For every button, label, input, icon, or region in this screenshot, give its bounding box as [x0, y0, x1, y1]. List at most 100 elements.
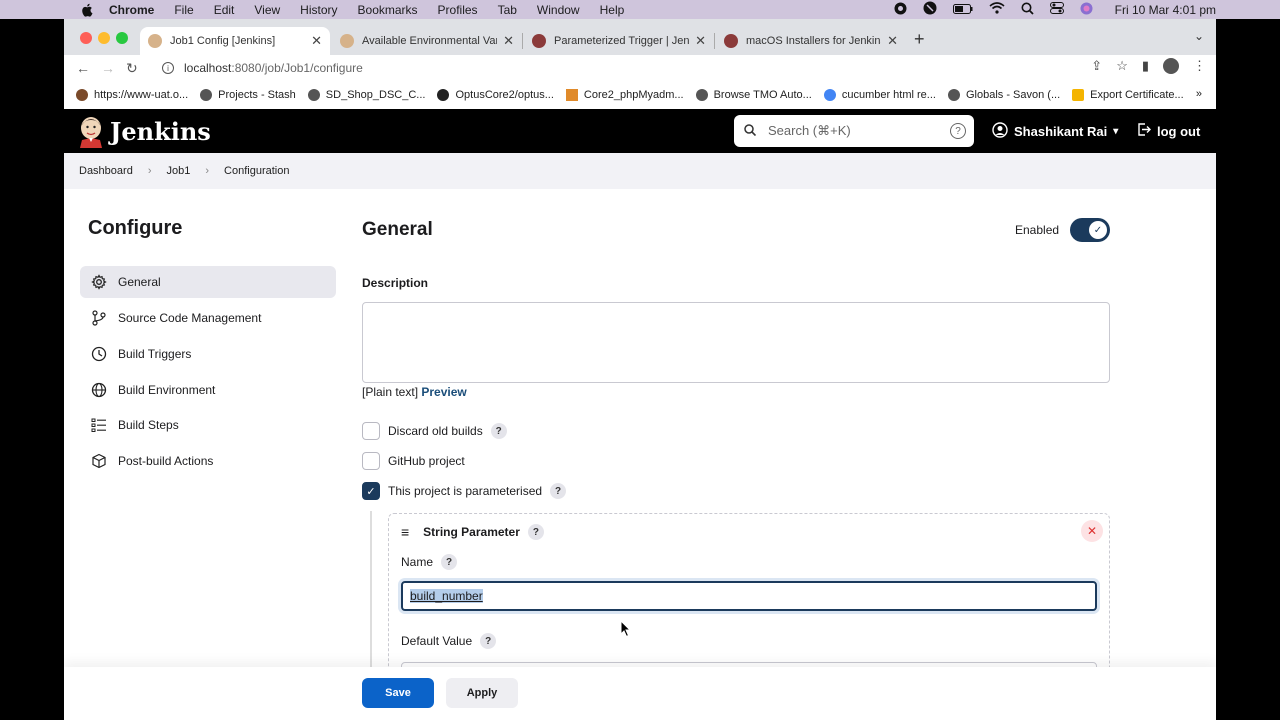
parameterised-checkbox[interactable]: ✓ [362, 482, 380, 500]
chevron-down-icon: ▾ [1113, 126, 1119, 137]
jenkins-search-box[interactable]: Search (⌘+K) ? [734, 115, 974, 147]
parameter-name-label-row: Name ? [401, 554, 458, 570]
github-icon [437, 89, 450, 101]
sidebar-item-build-steps[interactable]: Build Steps [80, 409, 336, 441]
bookmark-label: Projects - Stash [218, 89, 296, 101]
tab-parameterized-trigger[interactable]: Parameterized Trigger | Jenkins ✕ [524, 27, 714, 55]
tab-job1-config[interactable]: Job1 Config [Jenkins] ✕ [140, 27, 330, 55]
parameter-name-value: build_number [410, 589, 483, 603]
sidebar-item-label: Source Code Management [118, 311, 262, 325]
preview-link[interactable]: Preview [421, 385, 466, 399]
bookmark-item[interactable]: OptusCore2/optus... [437, 89, 554, 101]
parameter-name-input[interactable]: build_number [401, 581, 1097, 611]
close-tab-icon[interactable]: ✕ [695, 33, 706, 49]
tab-search-chevron-icon[interactable]: ⌄ [1194, 29, 1204, 43]
bookmark-item[interactable]: SD_Shop_DSC_C... [307, 89, 425, 101]
discard-old-builds-checkbox[interactable] [362, 422, 380, 440]
bookmark-item[interactable]: Globals - Savon (... [947, 89, 1060, 101]
site-info-icon[interactable]: i [162, 62, 174, 74]
bookmark-favicon-icon [200, 89, 213, 101]
bookmark-item[interactable]: cucumber html re... [823, 89, 936, 101]
breadcrumb-dashboard[interactable]: Dashboard [79, 165, 133, 177]
close-tab-icon[interactable]: ✕ [311, 33, 322, 49]
jenkins-logo[interactable]: Jenkins [78, 114, 211, 148]
logout-link[interactable]: log out [1136, 122, 1200, 140]
breadcrumb-job1[interactable]: Job1 [167, 165, 191, 177]
enabled-toggle[interactable]: ✓ [1070, 218, 1110, 242]
reload-icon[interactable]: ↻ [126, 60, 138, 77]
menu-clock[interactable]: Fri 10 Mar 4:01 pm [1115, 3, 1216, 17]
jenkins-favicon-icon [340, 34, 354, 48]
sidebar-item-build-environment[interactable]: Build Environment [80, 374, 336, 406]
more-menu-icon[interactable]: ⋮ [1193, 58, 1206, 74]
bookmark-label: Export Certificate... [1090, 89, 1184, 101]
sidebar-item-source-code-management[interactable]: Source Code Management [80, 302, 336, 334]
forward-arrow-icon[interactable]: → [101, 60, 115, 76]
menu-file[interactable]: File [174, 3, 193, 17]
description-format-note: [Plain text] Preview [362, 385, 467, 399]
tab-macos-installers[interactable]: macOS Installers for Jenkins LT ✕ [716, 27, 906, 55]
menu-edit[interactable]: Edit [214, 3, 235, 17]
bookmark-label: Browse TMO Auto... [713, 89, 812, 101]
logout-icon [1136, 122, 1151, 140]
menu-view[interactable]: View [254, 3, 280, 17]
sidebar-title: Configure [88, 217, 183, 239]
menu-help[interactable]: Help [600, 3, 625, 17]
menu-tab[interactable]: Tab [498, 3, 517, 17]
search-help-icon[interactable]: ? [950, 123, 966, 139]
battery-icon[interactable] [952, 3, 973, 17]
help-question-icon[interactable]: ? [490, 423, 507, 439]
back-arrow-icon[interactable]: ← [76, 60, 90, 76]
tab-available-env-vars[interactable]: Available Environmental Variabl ✕ [332, 27, 522, 55]
wifi-icon[interactable] [989, 2, 1005, 17]
menu-window[interactable]: Window [537, 3, 580, 17]
bookmark-item[interactable]: Browse TMO Auto... [695, 89, 812, 101]
help-question-icon[interactable]: ? [480, 633, 497, 649]
bookmark-item[interactable]: Projects - Stash [200, 89, 296, 101]
close-tab-icon[interactable]: ✕ [887, 33, 898, 49]
toolbar-icons: ⇪ ☆ ▮ ⋮ [1091, 58, 1206, 74]
spotlight-search-icon[interactable] [1021, 2, 1034, 18]
bookmark-item[interactable]: https://www-uat.o... [76, 89, 188, 101]
jenkins-butler-icon [80, 117, 102, 148]
control-center-icon[interactable] [1049, 2, 1064, 17]
help-question-icon[interactable]: ? [441, 554, 458, 570]
side-panel-icon[interactable]: ▮ [1142, 58, 1149, 74]
menu-bookmarks[interactable]: Bookmarks [358, 3, 418, 17]
close-tab-icon[interactable]: ✕ [503, 33, 514, 49]
bookmark-item[interactable]: Core2_phpMyadm... [565, 89, 684, 101]
bookmark-star-icon[interactable]: ☆ [1116, 58, 1128, 74]
profile-avatar-icon[interactable] [1163, 58, 1179, 74]
remove-parameter-close-icon[interactable]: ✕ [1081, 520, 1103, 542]
vpn-icon[interactable] [923, 1, 937, 18]
new-tab-plus-icon[interactable]: + [914, 29, 925, 50]
record-icon[interactable] [894, 2, 907, 18]
sidebar-item-build-triggers[interactable]: Build Triggers [80, 338, 336, 370]
menu-history[interactable]: History [300, 3, 337, 17]
breadcrumb-configuration[interactable]: Configuration [224, 165, 289, 177]
user-menu[interactable]: Shashikant Rai ▾ [992, 122, 1118, 141]
breadcrumb: Dashboard › Job1 › Configuration [64, 153, 1216, 189]
string-parameter-title: String Parameter [423, 525, 520, 539]
minimize-window-button[interactable] [98, 32, 110, 44]
bookmark-item[interactable]: Export Certificate... [1072, 89, 1184, 101]
sidebar-item-label: Build Triggers [118, 347, 192, 361]
address-bar[interactable]: i localhost:8080/job/Job1/configure [150, 56, 1120, 80]
apply-button[interactable]: Apply [446, 678, 518, 708]
zoom-window-button[interactable] [116, 32, 128, 44]
bookmarks-overflow-icon[interactable]: » [1196, 88, 1202, 100]
github-project-checkbox[interactable] [362, 452, 380, 470]
sidebar-item-general[interactable]: General [80, 266, 336, 298]
save-button[interactable]: Save [362, 678, 434, 708]
drag-handle-icon[interactable]: ≡ [401, 524, 409, 540]
help-question-icon[interactable]: ? [550, 483, 567, 499]
help-question-icon[interactable]: ? [527, 524, 544, 540]
siri-icon[interactable] [1080, 2, 1093, 18]
share-icon[interactable]: ⇪ [1091, 58, 1102, 74]
close-window-button[interactable] [80, 32, 92, 44]
description-textarea[interactable] [362, 302, 1110, 383]
sidebar-item-post-build-actions[interactable]: Post-build Actions [80, 445, 336, 477]
apple-icon[interactable] [80, 3, 94, 17]
menu-app-name[interactable]: Chrome [109, 3, 154, 17]
menu-profiles[interactable]: Profiles [438, 3, 478, 17]
